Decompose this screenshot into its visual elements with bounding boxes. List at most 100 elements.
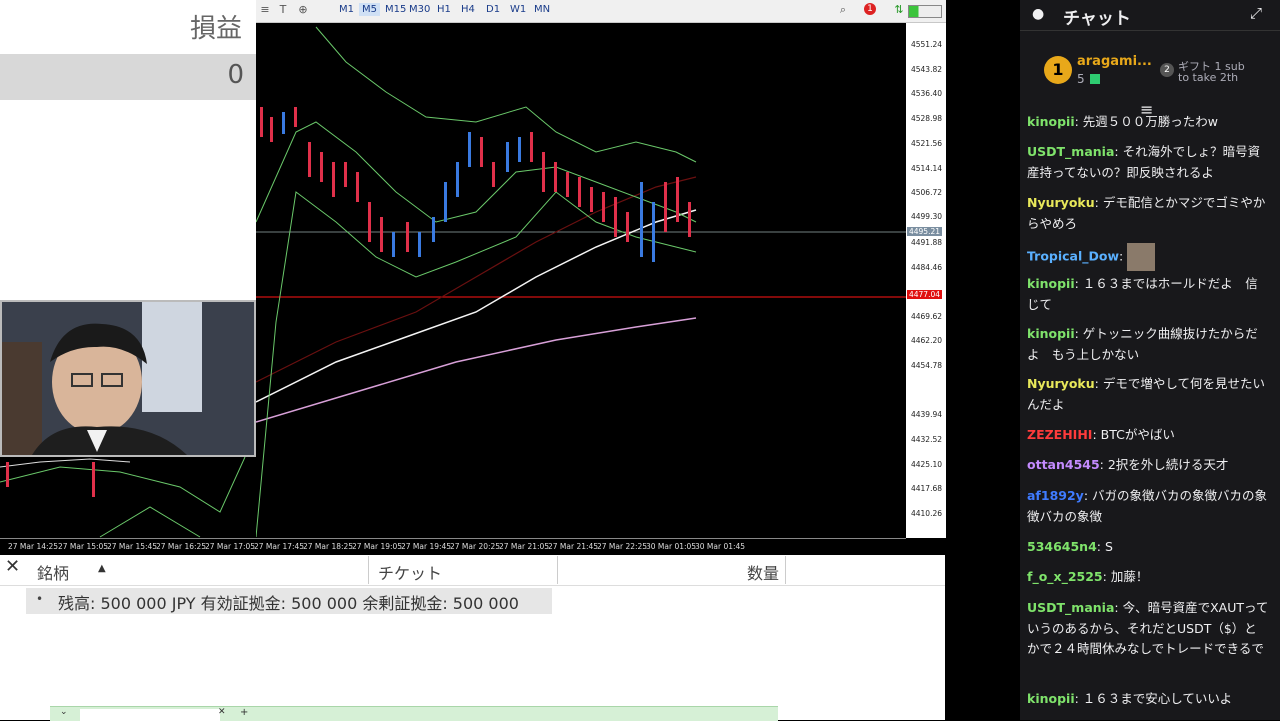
time-tick: 27 Mar 16:25 (156, 542, 207, 551)
chat-user[interactable]: ZEZEHIHI (1027, 427, 1092, 442)
price-tick: 4462.20 (910, 336, 942, 345)
chat-title: チャット (1063, 9, 1131, 29)
price-tick: 4491.88 (910, 238, 942, 247)
col-divider (557, 556, 558, 584)
time-tick: 27 Mar 14:25 (8, 542, 59, 551)
gifter-name[interactable]: aragami... (1077, 54, 1152, 69)
chat-user[interactable]: Nyuryoku (1027, 376, 1095, 391)
chat-message: kinopii: １６３まで安心していいよ (1027, 691, 1233, 706)
chat-message: ottan4545: 2択を外し続ける天才 (1027, 457, 1229, 472)
stream-gap (946, 0, 1020, 720)
chat-text: 先週５００万勝ったわw (1082, 114, 1219, 129)
chat-user[interactable]: USDT_mania (1027, 600, 1114, 615)
tf-mn[interactable]: MN (531, 3, 553, 16)
price-chart[interactable] (255, 22, 906, 538)
tf-h1[interactable]: H1 (434, 3, 454, 16)
price-tick: 4514.14 (910, 164, 942, 173)
ma-white (255, 209, 697, 403)
chat-message: USDT_mania: 今、暗号資産でXAUTっていうのあるから、それだとUSD… (1027, 600, 1269, 656)
tf-m1[interactable]: M1 (336, 3, 357, 16)
chat-text: 加藤！ (1110, 569, 1149, 584)
pnl-title: 損益 (189, 14, 242, 44)
chat-message: kinopii: ゲトッニック曲線抜けたからだよ もう上しかない (1027, 326, 1258, 362)
gift-sub: to take 2th (1178, 71, 1239, 84)
text-tool-icon[interactable]: T (276, 3, 290, 17)
price-tick: 4432.52 (910, 435, 942, 444)
price-tick: 4425.10 (910, 460, 942, 469)
chat-message: Tropical_Dow: (1027, 243, 1269, 271)
signal-icon: ⇅ (894, 3, 904, 16)
balance-text: 残高: 500 000 JPY 有効証拠金: 500 000 余剰証拠金: 50… (58, 594, 519, 613)
chart-lower-left (0, 457, 246, 538)
chat-bubble-icon: ● (1032, 6, 1045, 22)
chat-text: 2択を外し続ける天才 (1107, 457, 1229, 472)
chevron-down-icon[interactable]: ⌄ (60, 707, 68, 717)
current-price-label: 4495.21 (906, 227, 942, 236)
price-tick: 4521.56 (910, 139, 942, 148)
time-tick: 27 Mar 15:45 (107, 542, 158, 551)
tf-m30[interactable]: M30 (406, 3, 433, 16)
price-tick: 4484.46 (910, 263, 942, 272)
chat-user[interactable]: USDT_mania (1027, 144, 1114, 159)
time-tick: 27 Mar 15:05 (58, 542, 109, 551)
browser-tab-strip: ⌄ ✕ + (50, 706, 778, 721)
chat-user[interactable]: f_o_x_2525 (1027, 569, 1103, 584)
crosshair-icon[interactable]: ≡ (258, 3, 272, 17)
streamer-image (2, 302, 254, 455)
shapes-icon[interactable]: ⊕ (296, 3, 310, 17)
red-line-price-label: 4477.04 (906, 290, 942, 299)
col-volume[interactable]: 数量 (747, 560, 779, 584)
price-tick: 4499.30 (910, 212, 942, 221)
price-tick: 4528.98 (910, 114, 942, 123)
chat-user[interactable]: kinopii (1027, 326, 1075, 341)
browser-tab[interactable] (80, 709, 220, 721)
time-tick: 27 Mar 17:05 (205, 542, 256, 551)
chart-toolbar: ≡ T ⊕ M1 M5 M15 M30 H1 H4 D1 W1 MN ⌕ 1 ⇅ (256, 0, 946, 23)
tf-w1[interactable]: W1 (507, 3, 529, 16)
candles (260, 107, 691, 262)
chat-message: Nyuryoku: デモで増やして何を見せたいんだよ (1027, 376, 1265, 412)
tf-h4[interactable]: H4 (458, 3, 478, 16)
chat-user[interactable]: Nyuryoku (1027, 195, 1095, 210)
time-tick: 27 Mar 22:25 (597, 542, 648, 551)
price-tick: 4469.62 (910, 312, 942, 321)
chat-message: af1892y: バガの象徴バカの象徴バカの象徴バカの象徴 (1027, 488, 1268, 524)
chat-user[interactable]: kinopii (1027, 276, 1075, 291)
chat-user[interactable]: kinopii (1027, 114, 1075, 129)
chat-text: １６３まで安心していいよ (1082, 691, 1233, 706)
price-axis: 4551.24 4543.82 4536.40 4528.98 4521.56 … (906, 22, 946, 538)
chat-text: BTCがやばい (1100, 427, 1175, 442)
price-tick: 4410.26 (910, 509, 942, 518)
tf-m5[interactable]: M5 (359, 3, 380, 16)
chat-user[interactable]: kinopii (1027, 691, 1075, 706)
close-icon[interactable]: ✕ (5, 556, 20, 577)
close-tab-icon[interactable]: ✕ (218, 707, 226, 717)
tf-d1[interactable]: D1 (483, 3, 503, 16)
time-tick: 27 Mar 17:45 (254, 542, 305, 551)
chat-user[interactable]: ottan4545 (1027, 457, 1100, 472)
col-ticket[interactable]: チケット (378, 560, 442, 584)
chat-message: 534645n4: S (1027, 539, 1113, 554)
new-tab-icon[interactable]: + (240, 707, 248, 718)
notification-badge[interactable]: 1 (864, 3, 876, 15)
pnl-row: 0 (0, 54, 256, 100)
col-symbol[interactable]: 銘柄 (37, 560, 69, 584)
col-divider (785, 556, 786, 584)
time-tick: 30 Mar 01:45 (695, 542, 746, 551)
sort-asc-icon[interactable]: ▲ (98, 563, 106, 574)
popout-icon[interactable]: ⤢ (1250, 4, 1262, 22)
ma-red (255, 176, 697, 383)
price-tick: 4506.72 (910, 188, 942, 197)
rank-2-icon: 2 (1160, 63, 1174, 77)
rank-badge: 1 (1044, 56, 1072, 84)
time-tick: 27 Mar 20:25 (450, 542, 501, 551)
search-icon[interactable]: ⌕ (836, 3, 850, 17)
time-tick: 27 Mar 21:05 (499, 542, 550, 551)
chat-user[interactable]: af1892y (1027, 488, 1084, 503)
price-tick: 4551.24 (910, 40, 942, 49)
chat-user[interactable]: Tropical_Dow (1027, 249, 1119, 264)
ma-pink (255, 317, 697, 423)
terminal-header (0, 555, 945, 586)
price-tick: 4543.82 (910, 65, 942, 74)
chat-user[interactable]: 534645n4 (1027, 539, 1097, 554)
